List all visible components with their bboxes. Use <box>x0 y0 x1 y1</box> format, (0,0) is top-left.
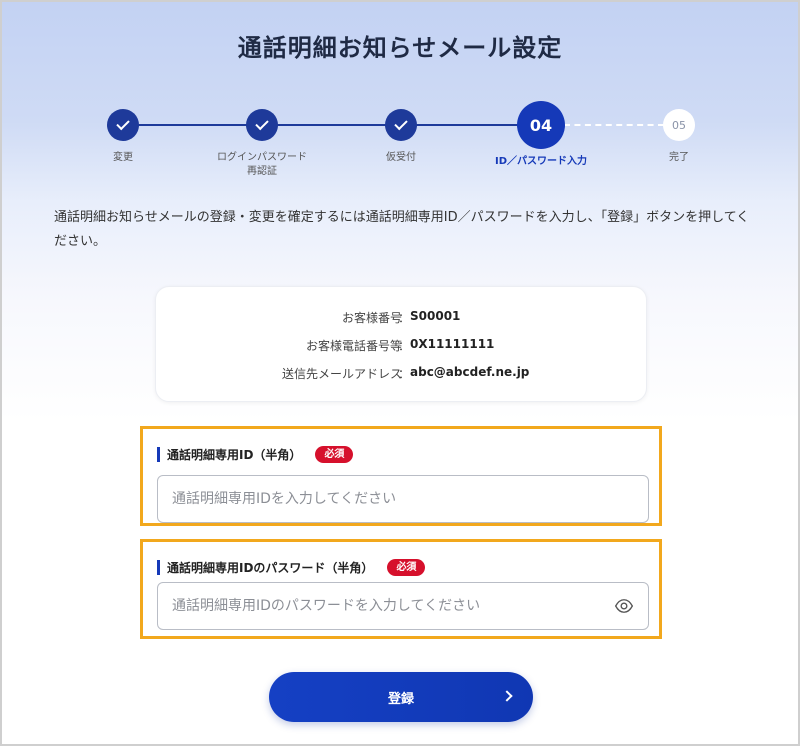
step-2: ログインパスワード 再認証 <box>192 98 332 179</box>
id-field-label-row: 通話明細専用ID（半角） 必須 <box>157 445 354 463</box>
password-field-label: 通話明細専用IDのパスワード（半角） <box>167 560 374 575</box>
label-accent-bar <box>157 446 160 462</box>
step-label: ログインパスワード 再認証 <box>192 151 332 179</box>
step-check-icon <box>385 109 417 141</box>
info-row-phone-number: お客様電話番号等 ： 0X11111111 <box>156 337 648 357</box>
label-accent-bar <box>157 559 160 575</box>
info-row-email-address: 送信先メールアドレス ： abc@abcdef.ne.jp <box>156 365 648 385</box>
required-badge: 必須 <box>315 445 354 463</box>
step-number: 04 <box>517 101 565 149</box>
customer-info-card: お客様番号 ： S00001 お客様電話番号等 ： 0X11111111 送信先… <box>155 286 647 402</box>
step-check-icon <box>107 109 139 141</box>
step-4-current: 04 ID／パスワード入力 <box>471 98 611 169</box>
info-label: お客様電話番号等 <box>305 339 402 353</box>
info-label: 送信先メールアドレス <box>281 367 402 381</box>
info-row-customer-number: お客様番号 ： S00001 <box>156 309 648 329</box>
info-label: お客様番号 <box>341 311 402 325</box>
step-label-line-1: ログインパスワード <box>217 152 307 163</box>
step-label: 仮受付 <box>386 152 416 163</box>
step-label: 完了 <box>669 152 689 163</box>
eye-icon[interactable] <box>614 596 634 616</box>
id-field-label: 通話明細専用ID（半角） <box>167 447 302 462</box>
step-label: 変更 <box>113 152 133 163</box>
service-password-input[interactable] <box>157 582 649 630</box>
step-label-line-2: 再認証 <box>247 166 277 177</box>
step-number: 05 <box>663 109 695 141</box>
id-field-group: 通話明細専用ID（半角） 必須 <box>140 426 662 526</box>
info-value: abc@abcdef.ne.jp <box>410 365 530 379</box>
info-separator: ： <box>398 311 411 325</box>
step-check-icon <box>246 109 278 141</box>
progress-stepper: 変更 ログインパスワード 再認証 仮受付 04 ID／パスワード入力 05 完了 <box>2 98 798 188</box>
chevron-right-icon <box>501 690 513 702</box>
info-separator: ： <box>398 367 411 381</box>
step-label: ID／パスワード入力 <box>494 156 588 167</box>
info-value: S00001 <box>410 309 461 323</box>
page-frame: 通話明細お知らせメール設定 変更 ログインパスワード 再認証 仮受付 04 ID… <box>0 0 800 746</box>
info-value: 0X11111111 <box>410 337 495 351</box>
register-button-label: 登録 <box>387 691 414 707</box>
register-button[interactable]: 登録 <box>269 672 533 722</box>
step-1: 変更 <box>53 98 193 165</box>
step-3: 仮受付 <box>331 98 471 165</box>
password-field-label-row: 通話明細専用IDのパスワード（半角） 必須 <box>157 558 426 576</box>
password-field-group: 通話明細専用IDのパスワード（半角） 必須 <box>140 539 662 639</box>
service-id-input[interactable] <box>157 475 649 523</box>
page-title: 通話明細お知らせメール設定 <box>237 34 563 62</box>
step-5: 05 完了 <box>609 98 749 165</box>
info-separator: ： <box>398 339 411 353</box>
instruction-text: 通話明細お知らせメールの登録・変更を確定するには通話明細専用ID／パスワードを入… <box>54 210 750 249</box>
required-badge: 必須 <box>387 558 426 576</box>
